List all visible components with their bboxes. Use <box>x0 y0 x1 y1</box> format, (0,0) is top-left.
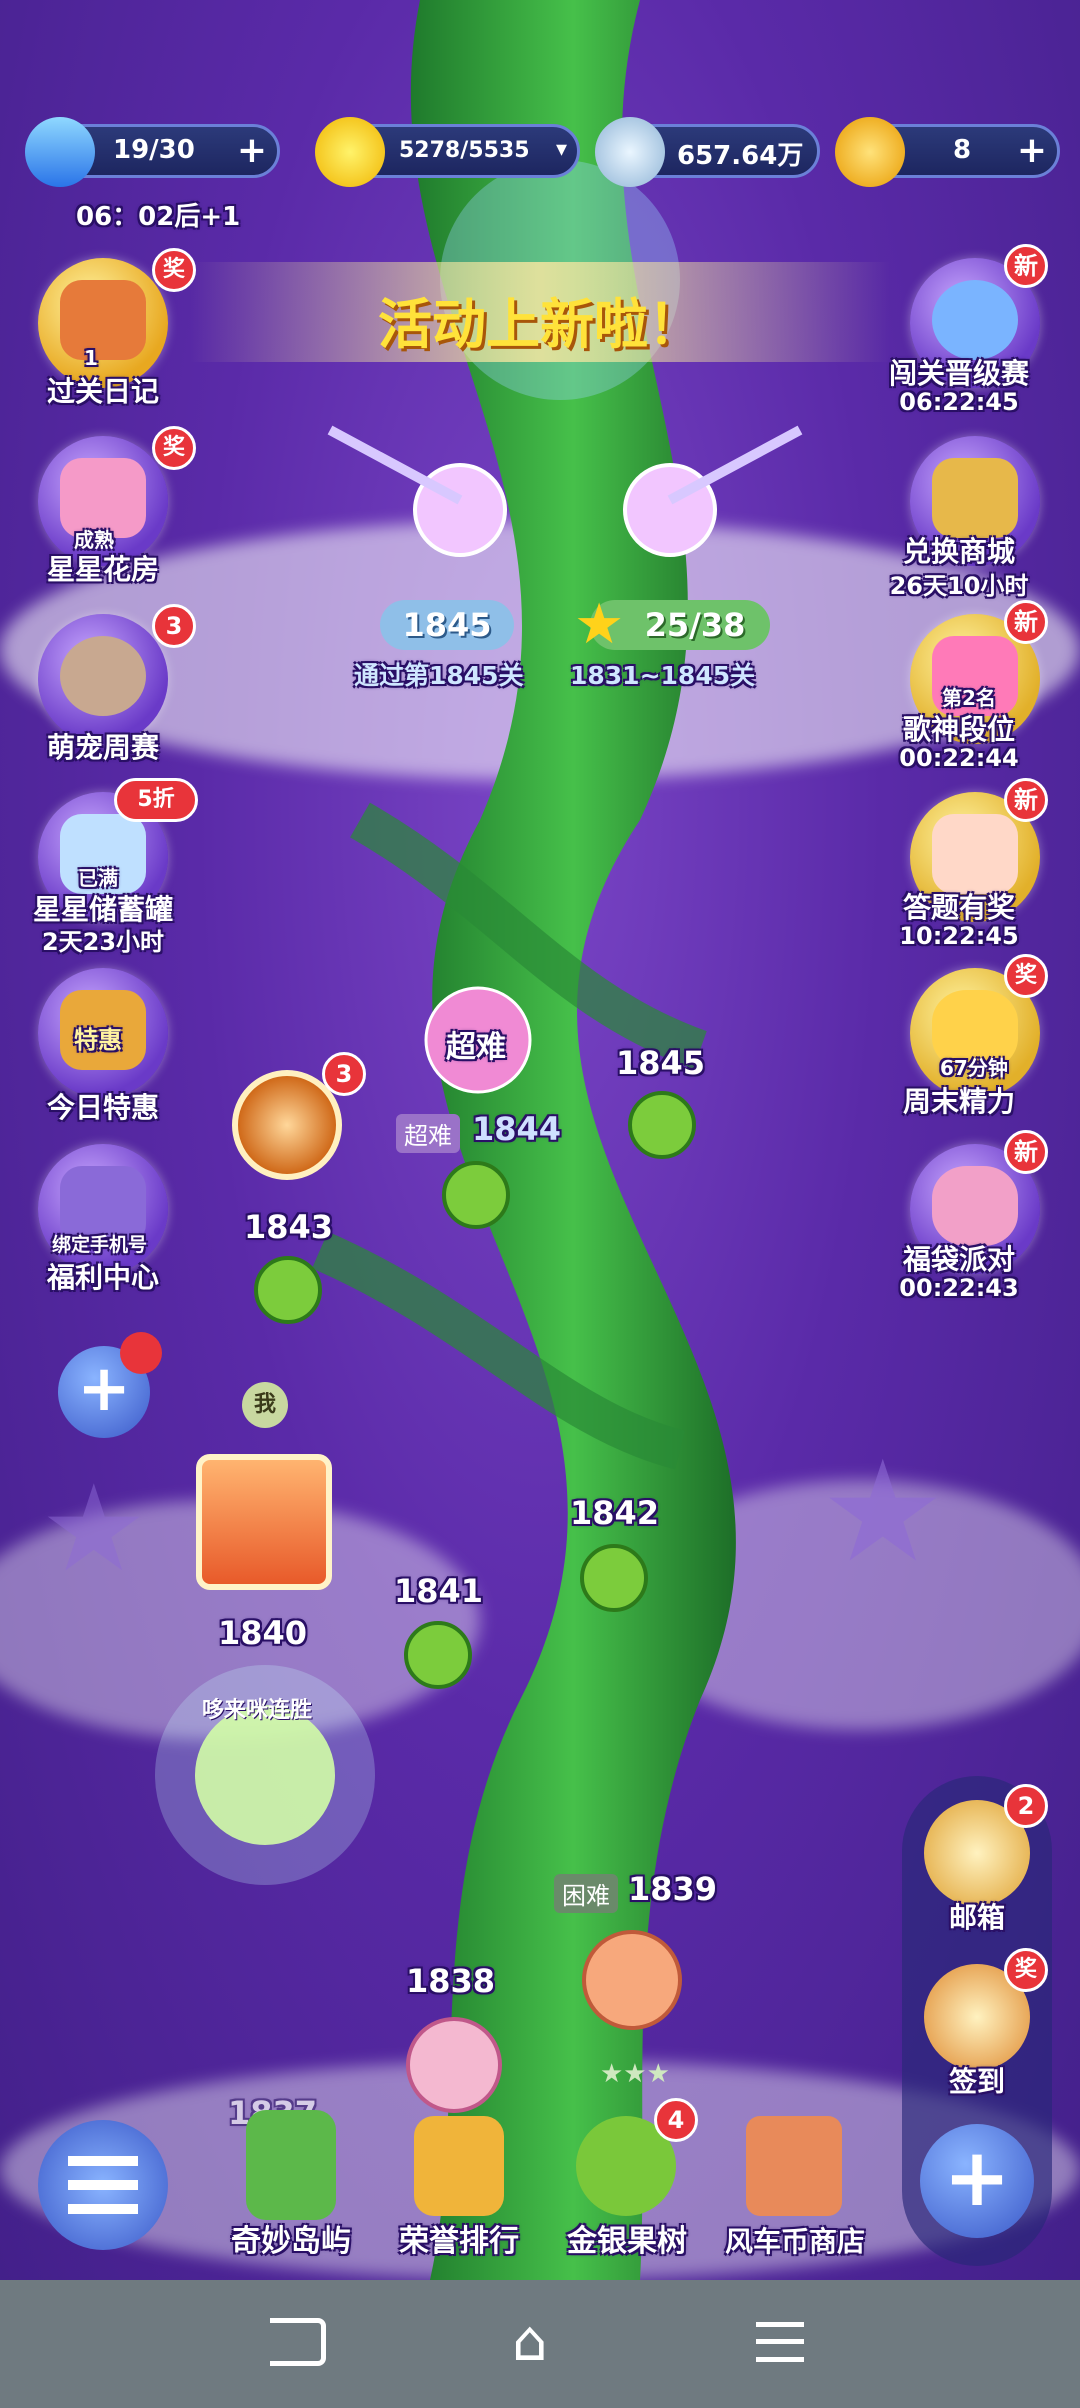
sidebar-item-daily-deal[interactable]: 特惠 今日特惠 <box>18 968 178 1138</box>
sidebar-item-quiz-reward[interactable]: 答题有奖 10:22:45 新 <box>890 778 1050 962</box>
level-1839-label[interactable]: 1839 <box>628 1870 717 1908</box>
menu-list-button[interactable] <box>38 2120 168 2250</box>
sidebar-item-exchange-shop[interactable]: 兑换商城 26天10小时 <box>890 436 1050 606</box>
stage-level-pill: 1845 <box>380 600 514 650</box>
new-badge: 新 <box>1004 1130 1048 1174</box>
reward-badge: 奖 <box>1004 1948 1048 1992</box>
bottom-item-windmill-shop[interactable]: 风车币商店 <box>710 2100 880 2270</box>
level-node-1838 <box>406 2017 502 2113</box>
super-hard-tag: 超难 <box>396 1114 460 1153</box>
sidebar-item-song-rank[interactable]: 第2名 歌神段位 00:22:44 新 <box>890 600 1050 784</box>
level-node-1845 <box>628 1091 696 1159</box>
sidebar-item-lucky-bag[interactable]: 福袋派对 00:22:43 新 <box>890 1130 1050 1314</box>
gold-coin-bar[interactable]: 8 + <box>835 117 1060 187</box>
level-node-1841 <box>404 1621 472 1689</box>
new-badge: 新 <box>1004 244 1048 288</box>
recents-icon[interactable] <box>756 2322 804 2362</box>
sidebar-item-star-piggybank[interactable]: 已满 星星储蓄罐 2天23小时 5折 <box>18 778 198 962</box>
sidebar-item-clear-diary[interactable]: 1 过关日记 奖 <box>18 248 196 428</box>
notification-dot <box>120 1332 162 1374</box>
stage-stars-caption: 1831~1845关 <box>570 661 756 690</box>
sidebar-item-weekend-energy[interactable]: 67分钟 周末精力 奖 <box>890 954 1050 1138</box>
crown-icon <box>414 2116 504 2216</box>
mailbox-button[interactable]: 邮箱 2 <box>912 1784 1048 1940</box>
diary-icon <box>60 280 146 360</box>
svg-text:★: ★ <box>820 1431 946 1594</box>
wheel-count-badge: 3 <box>322 1052 366 1096</box>
stage-level-caption: 通过第1845关 <box>354 661 524 690</box>
reward-badge: 奖 <box>152 248 196 292</box>
reward-badge: 奖 <box>152 426 196 470</box>
super-hard-flower-label: 超难 <box>446 1030 506 1065</box>
chevron-down-icon[interactable]: ▾ <box>556 137 567 162</box>
silver-coin-value: 657.64万 <box>677 141 804 171</box>
palm-island-icon <box>246 2110 336 2220</box>
expand-dock-button[interactable]: + <box>920 2124 1034 2238</box>
gold-coin-value: 8 <box>953 135 972 165</box>
sidebar-item-level-tournament[interactable]: 闯关晋级赛 06:22:45 新 <box>889 244 1050 428</box>
energy-timer: 06：02后+1 <box>76 202 241 232</box>
level-1841-label[interactable]: 1841 <box>394 1572 483 1610</box>
lucky-bag-icon <box>932 1166 1018 1246</box>
level-1840-label[interactable]: 1840 <box>218 1614 307 1652</box>
reward-badge: 奖 <box>1004 954 1048 998</box>
energy-bar[interactable]: 19/30 + <box>25 117 280 187</box>
star-icon <box>315 117 385 187</box>
player-avatar[interactable] <box>196 1454 332 1590</box>
streak-label: 哆来咪连胜 <box>202 1698 313 1723</box>
back-icon[interactable] <box>270 2318 326 2366</box>
sidebar-item-welfare-center[interactable]: 绑定手机号 福利中心 <box>18 1144 178 1314</box>
bottom-item-honor-rank[interactable]: 荣誉排行 <box>374 2100 544 2270</box>
bottom-item-wonder-island[interactable]: 奇妙岛屿 <box>206 2100 376 2270</box>
event-banner-text: 活动上新啦！ <box>378 293 702 356</box>
level-1838-label[interactable]: 1838 <box>406 1962 495 2000</box>
silver-coin-icon <box>595 117 665 187</box>
level-node-1844 <box>442 1161 510 1229</box>
quiz-paper-icon <box>932 814 1018 894</box>
level-node-1842 <box>580 1544 648 1612</box>
level-node-1839 <box>582 1930 682 2030</box>
star-icon: ★ <box>574 592 625 657</box>
hard-tag: 困难 <box>554 1874 618 1913</box>
level-1842-label[interactable]: 1842 <box>570 1494 659 1532</box>
sidebar-item-pet-weekly[interactable]: 萌宠周赛 3 <box>18 604 196 784</box>
svg-text:★: ★ <box>40 1460 148 1599</box>
stars-bar[interactable]: 5278/5535 ▾ <box>315 117 580 187</box>
level-node-1843 <box>254 1256 322 1324</box>
me-tag: 我 <box>242 1382 288 1428</box>
discount-badge: 5折 <box>114 778 198 822</box>
count-badge: 3 <box>152 604 196 648</box>
shop-stall-icon <box>746 2116 842 2216</box>
event-banner[interactable]: 活动上新啦！ <box>190 262 890 362</box>
mail-count-badge: 2 <box>1004 1784 1048 1828</box>
level-1845-label[interactable]: 1845 <box>616 1044 705 1082</box>
checkin-button[interactable]: 签到 奖 <box>912 1948 1048 2104</box>
cat-icon <box>60 636 146 716</box>
lightning-icon <box>25 117 95 187</box>
new-badge: 新 <box>1004 600 1048 644</box>
add-gold-button[interactable]: + <box>1017 131 1047 171</box>
gold-coin-icon <box>835 117 905 187</box>
stars-value: 5278/5535 <box>399 138 530 163</box>
level-1843-label[interactable]: 1843 <box>244 1208 333 1246</box>
sidebar-item-star-greenhouse[interactable]: 成熟 星星花房 奖 <box>18 426 196 606</box>
bottom-item-fruit-tree[interactable]: 金银果树 4 <box>542 2098 712 2270</box>
home-icon[interactable]: ⌂ <box>512 2314 548 2370</box>
add-energy-button[interactable]: + <box>237 131 267 171</box>
silver-coin-bar[interactable]: 657.64万 <box>595 117 820 187</box>
energy-value: 19/30 <box>113 135 195 165</box>
count-badge: 4 <box>654 2098 698 2142</box>
system-navigation-bar: ⌂ <box>0 2280 1080 2408</box>
svg-text:★★★: ★★★ <box>600 2059 670 2089</box>
new-badge: 新 <box>1004 778 1048 822</box>
level-1844-label[interactable]: 1844 <box>472 1110 561 1148</box>
ticket-icon <box>932 458 1018 538</box>
clover-shield-icon <box>932 280 1018 360</box>
